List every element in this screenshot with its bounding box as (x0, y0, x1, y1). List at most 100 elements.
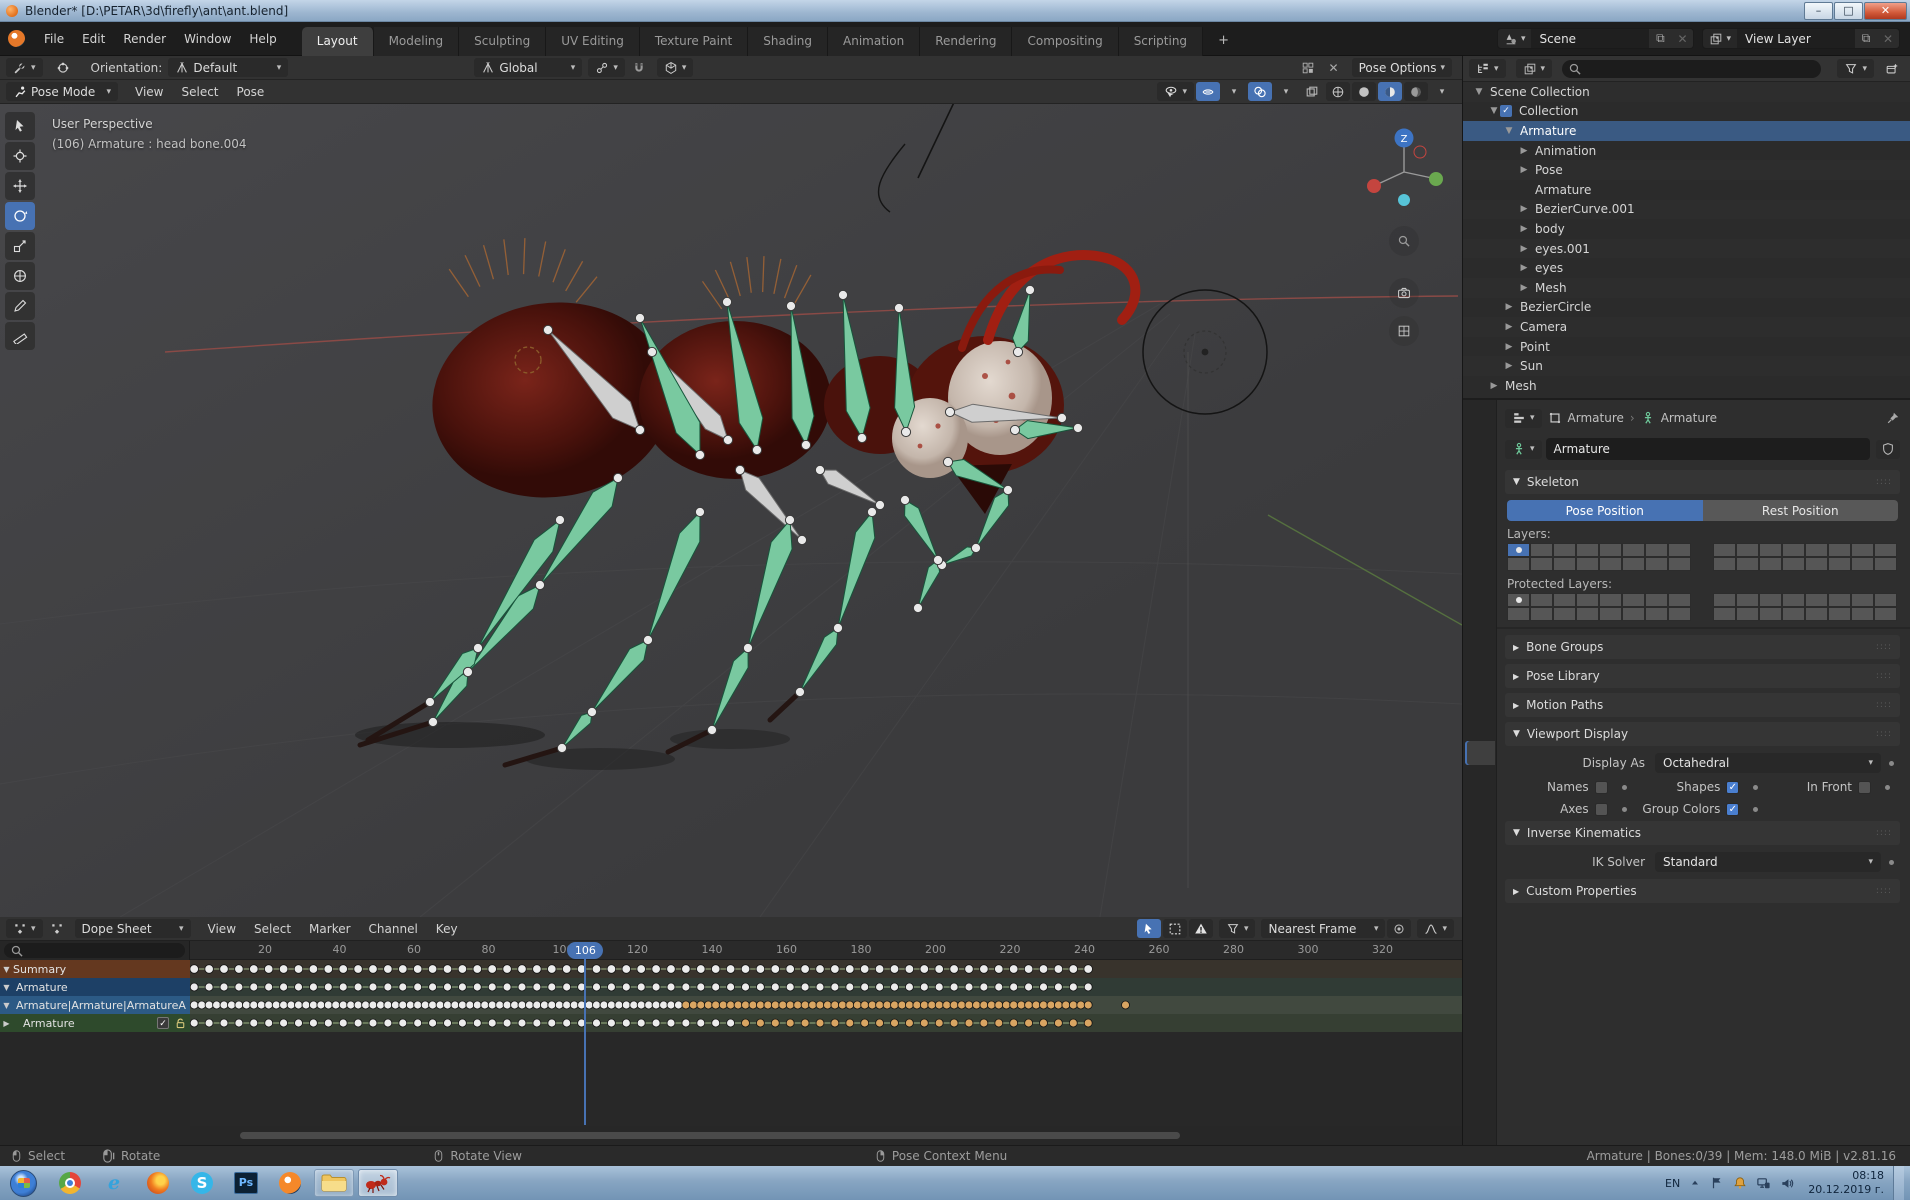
workspace-tab-shading[interactable]: Shading (748, 26, 828, 56)
collection-checkbox[interactable]: ✓ (1500, 105, 1512, 118)
orientation-dropdown[interactable]: Default ▾ (168, 58, 289, 77)
shading-dropdown[interactable]: ▾ (1430, 82, 1454, 101)
properties-tab-scene[interactable] (1465, 576, 1495, 600)
taskbar-app-folder[interactable] (314, 1169, 354, 1197)
menu-edit[interactable]: Edit (73, 28, 114, 50)
section-viewport-display[interactable]: ▼ Viewport Display:::: (1505, 722, 1900, 746)
dopesheet-scrollbar[interactable] (240, 1132, 1180, 1139)
layer-cell[interactable] (1668, 543, 1691, 557)
channel-summary[interactable]: ▼ Summary (0, 960, 190, 978)
section-motion-paths[interactable]: ▶ Motion Paths:::: (1505, 693, 1900, 717)
expander-icon[interactable]: ▶ (1518, 146, 1530, 156)
section-inverse-kinematics[interactable]: ▼ Inverse Kinematics:::: (1505, 821, 1900, 845)
outliner-row-scene-collection[interactable]: ▼ Scene Collection (1463, 82, 1910, 102)
layer-grid-group[interactable] (1713, 543, 1897, 571)
layer-cell[interactable] (1622, 593, 1645, 607)
layer-cell[interactable] (1851, 543, 1874, 557)
properties-tab-render[interactable] (1465, 477, 1495, 501)
pin-icon[interactable] (1886, 411, 1900, 425)
taskbar-app-chrome[interactable] (50, 1169, 90, 1197)
layer-cell[interactable] (1599, 593, 1622, 607)
layer-cell[interactable] (1759, 543, 1782, 557)
properties-tab-physics[interactable] (1465, 708, 1495, 732)
layer-cell[interactable] (1530, 593, 1553, 607)
taskbar-app-skype[interactable]: S (182, 1169, 222, 1197)
channel-mute-checkbox[interactable]: ✓ (157, 1017, 169, 1029)
dopesheet-editor-type[interactable]: ▾ (6, 919, 43, 938)
layer-cell[interactable] (1645, 543, 1668, 557)
channel-armature[interactable]: ▶ Armature ✓ (0, 1014, 190, 1032)
layer-cell[interactable] (1782, 593, 1805, 607)
copy-view-layer-button[interactable]: ⧉ (1855, 29, 1877, 48)
layer-cell[interactable] (1851, 593, 1874, 607)
new-collection-button[interactable] (1880, 59, 1904, 78)
menu-render[interactable]: Render (114, 28, 175, 50)
multiview-icon[interactable] (1300, 82, 1324, 101)
layer-cell[interactable] (1759, 557, 1782, 571)
workspace-tab-texture-paint[interactable]: Texture Paint (639, 26, 749, 56)
outliner-row-animation[interactable]: ▶ Animation (1463, 141, 1910, 161)
layer-cell[interactable] (1736, 557, 1759, 571)
workspace-tab-rendering[interactable]: Rendering (920, 26, 1013, 56)
channel-armature-armature-armaturea[interactable]: ▼ Armature|Armature|ArmatureA (0, 996, 190, 1014)
workspace-tab-animation[interactable]: Animation (828, 26, 921, 56)
layer-cell[interactable] (1599, 557, 1622, 571)
workspace-tab-uv-editing[interactable]: UV Editing (546, 26, 640, 56)
expander-icon[interactable]: ▶ (1503, 342, 1515, 352)
delete-scene-button[interactable]: ✕ (1671, 29, 1694, 48)
ik-solver-dropdown[interactable]: Standard ▾ (1655, 852, 1881, 872)
properties-tab-tool[interactable] (1465, 444, 1495, 468)
layer-cell[interactable] (1713, 607, 1736, 621)
layer-cell[interactable] (1668, 607, 1691, 621)
action-center-icon[interactable] (1710, 1176, 1724, 1190)
shading-material-button[interactable] (1378, 82, 1402, 101)
outliner-row-eyes[interactable]: ▶ eyes (1463, 258, 1910, 278)
layer-cell[interactable] (1645, 607, 1668, 621)
layer-cell[interactable] (1828, 557, 1851, 571)
show-gizmo-dropdown[interactable]: ▾ (1157, 82, 1194, 101)
rotate-tool[interactable] (5, 202, 35, 230)
properties-tab-object-data[interactable] (1464, 741, 1495, 765)
layer-cell[interactable] (1599, 543, 1622, 557)
layer-cell[interactable] (1828, 593, 1851, 607)
toggle-shapes[interactable]: ✓ (1726, 780, 1740, 794)
copy-scene-button[interactable]: ⧉ (1649, 29, 1672, 48)
section-bone-groups[interactable]: ▶ Bone Groups:::: (1505, 635, 1900, 659)
scene-name[interactable]: Scene (1531, 29, 1650, 48)
pose-options-dropdown[interactable]: Pose Options ▾ (1351, 58, 1452, 77)
snap-magnet-icon[interactable] (627, 58, 651, 77)
expander-icon[interactable]: ▶ (1488, 381, 1500, 391)
notification-icon[interactable] (1733, 1176, 1747, 1190)
layer-cell[interactable] (1874, 543, 1897, 557)
layer-cell[interactable] (1874, 557, 1897, 571)
pose-position-button[interactable]: Pose Position (1507, 500, 1703, 521)
expander-icon[interactable]: ▶ (1518, 244, 1530, 254)
clock[interactable]: 08:18 20.12.2019 г. (1808, 1169, 1884, 1197)
expander-icon[interactable]: ▼ (1503, 126, 1515, 136)
expander-icon[interactable]: ▶ (1518, 224, 1530, 234)
rotate-tool-icon[interactable] (49, 58, 77, 77)
workspace-tab-modeling[interactable]: Modeling (373, 26, 460, 56)
layer-cell[interactable] (1553, 607, 1576, 621)
dopesheet-menu-select[interactable]: Select (245, 918, 300, 940)
only-errors-icon[interactable] (1188, 919, 1213, 938)
expander-icon[interactable]: ▼ (1488, 106, 1500, 116)
scene-icon[interactable]: ▾ (1498, 29, 1532, 48)
keying-interp-dropdown[interactable]: ▾ (1417, 919, 1454, 938)
layer-cell[interactable] (1530, 557, 1553, 571)
channel-search[interactable] (0, 941, 190, 960)
layer-cell[interactable] (1874, 593, 1897, 607)
layer-cell[interactable] (1782, 557, 1805, 571)
layer-cell[interactable] (1805, 593, 1828, 607)
layer-cell[interactable] (1713, 543, 1736, 557)
xray-toggle[interactable] (1196, 82, 1220, 101)
transform-space-dropdown[interactable]: Global ▾ (474, 58, 583, 77)
properties-tab-texture[interactable] (1465, 840, 1495, 864)
network-icon[interactable] (1756, 1176, 1771, 1191)
layer-cell[interactable] (1782, 607, 1805, 621)
layer-cell[interactable] (1805, 607, 1828, 621)
move-tool[interactable] (5, 172, 35, 200)
layer-cell[interactable] (1736, 607, 1759, 621)
channel-lock-icon[interactable] (174, 1017, 187, 1030)
overlays-dropdown[interactable]: ▾ (1274, 82, 1298, 101)
